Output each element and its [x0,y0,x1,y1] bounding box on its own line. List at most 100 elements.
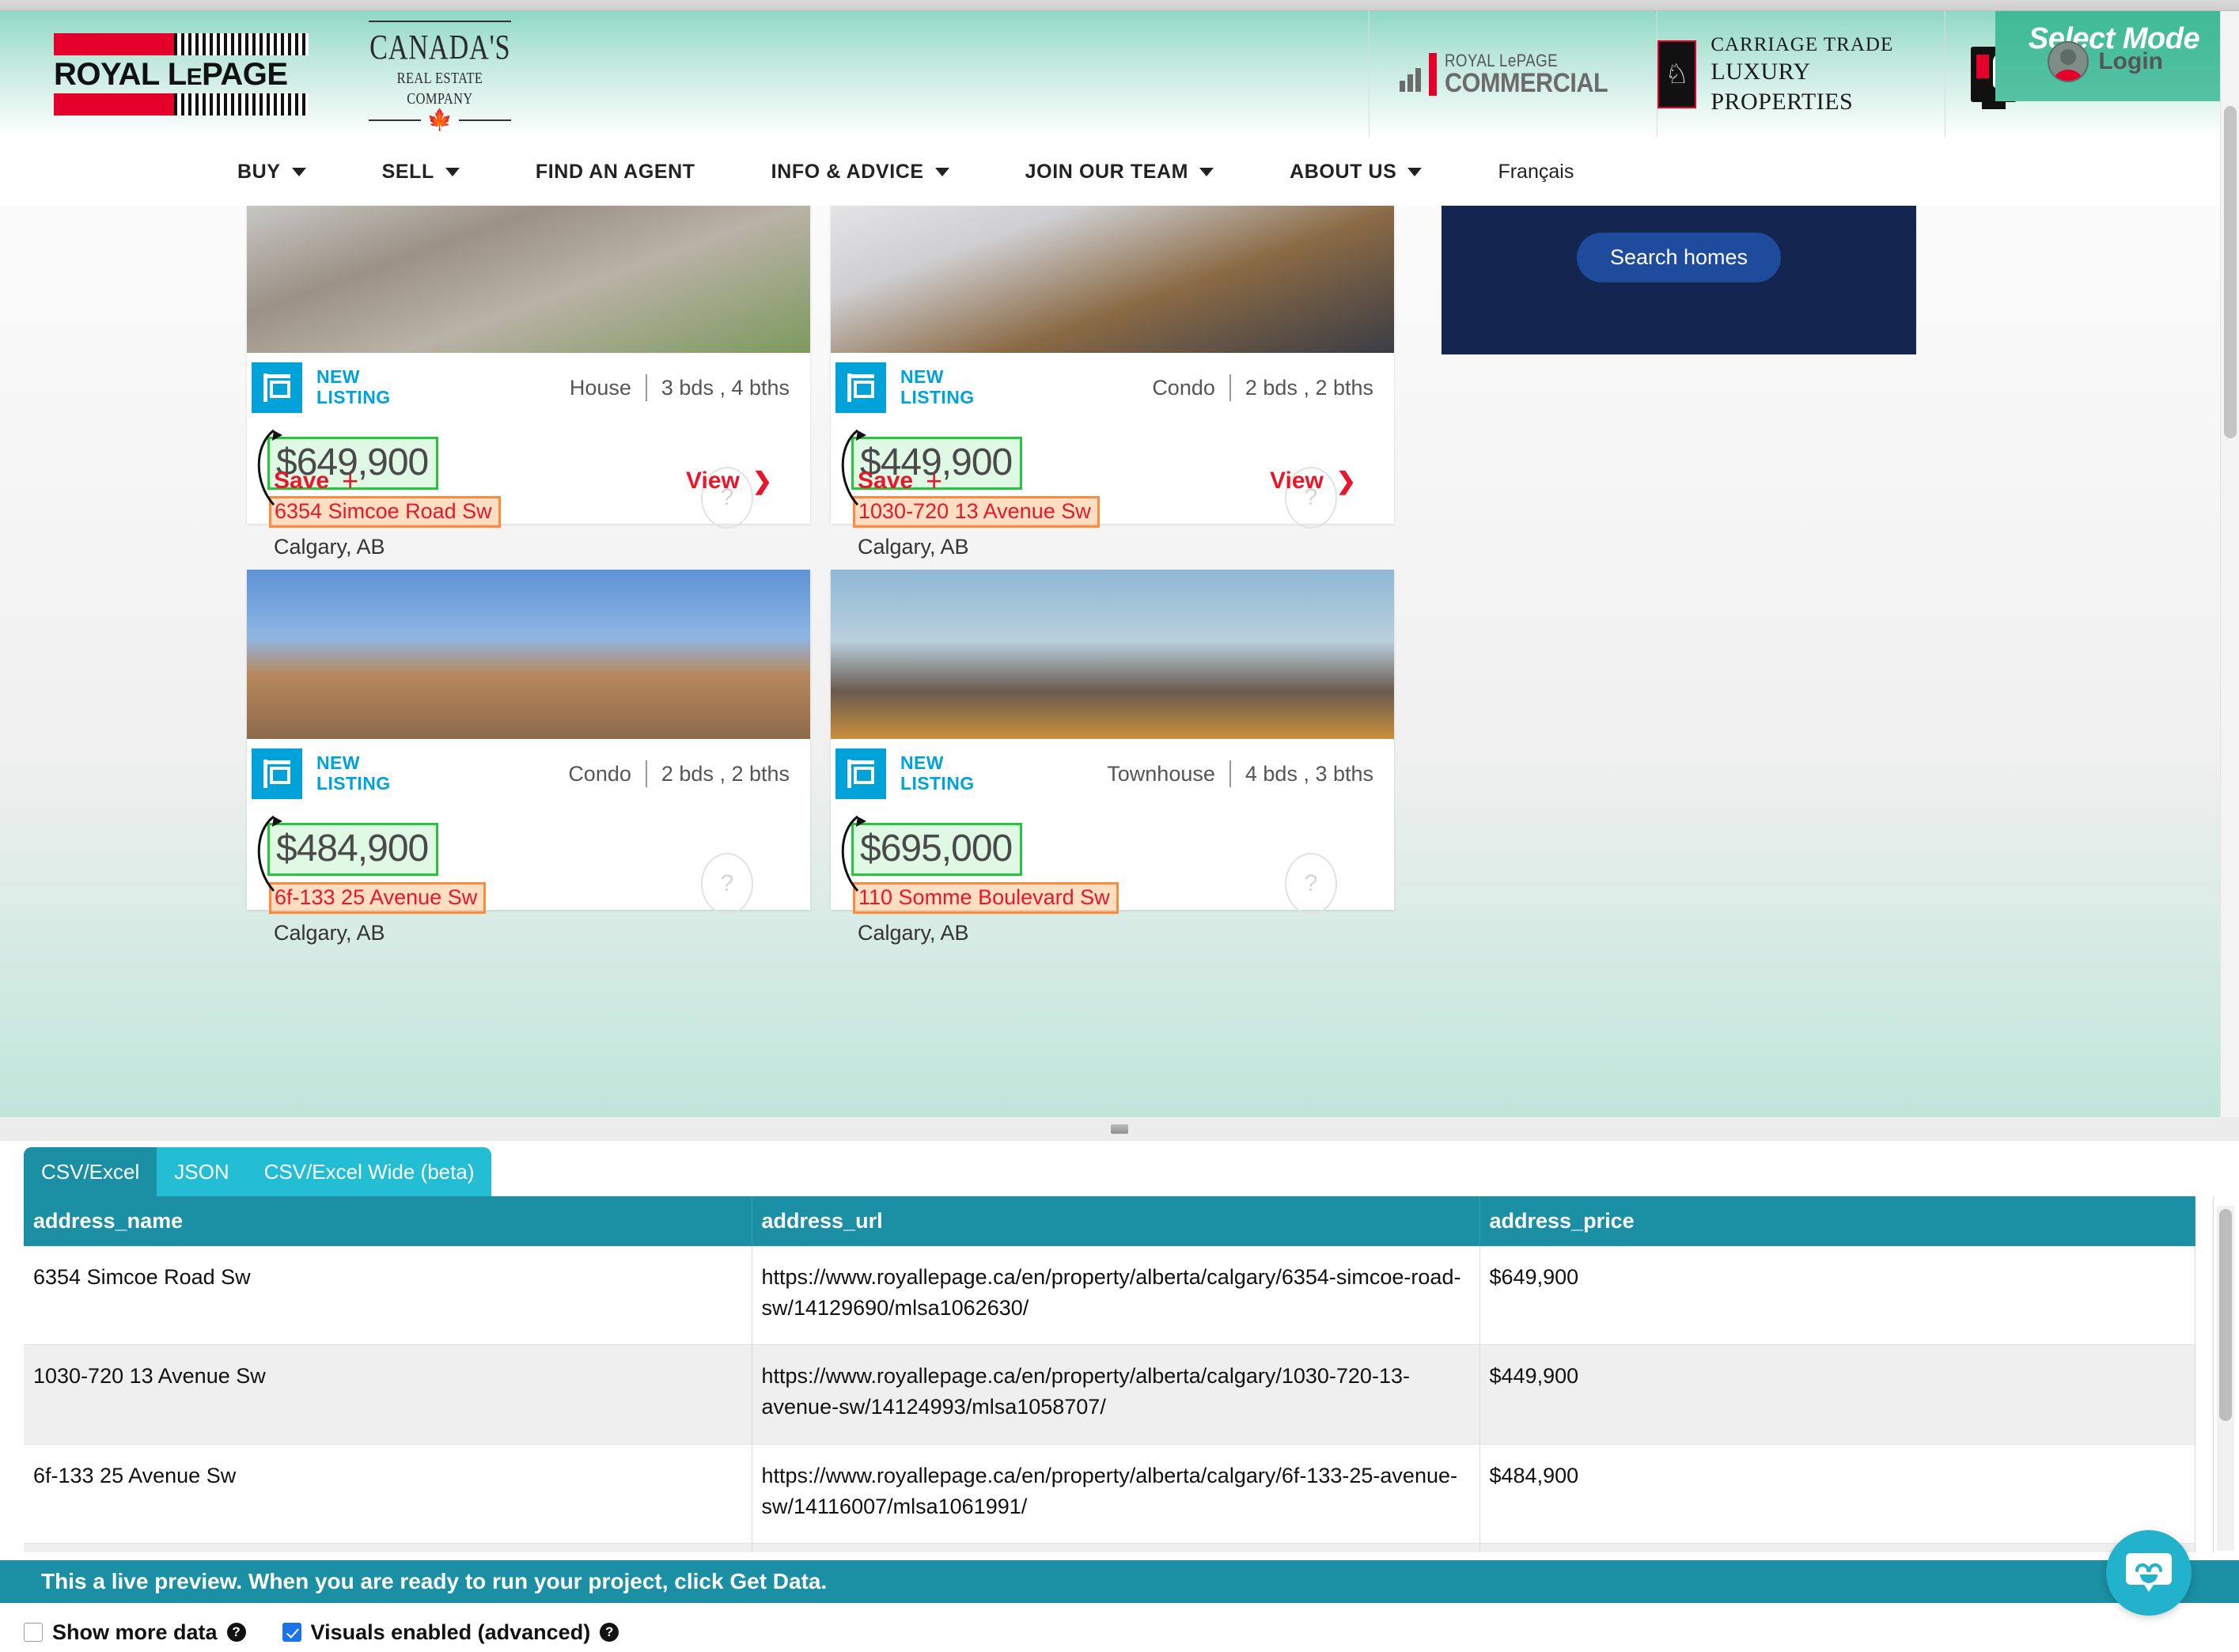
splitter-grip-icon[interactable] [1111,1124,1128,1134]
tab-json[interactable]: JSON [157,1147,246,1196]
nav-item-find-an-agent[interactable]: FIND AN AGENT [536,161,695,184]
page-scrollbar[interactable] [2220,11,2239,1117]
listing-card[interactable]: NEW LISTING House 3 bds , 4 bths $649,90… [247,206,810,559]
nav-item-francais[interactable]: Français [1498,161,1574,184]
table-row[interactable]: 6354 Simcoe Road Sw https://www.royallep… [24,1246,2195,1346]
view-button[interactable]: View ❯ [1270,468,1356,495]
cell-address-name: 1030-720 13 Avenue Sw [24,1344,752,1445]
listing-body: $484,900 6f-133 25 Avenue Sw Calgary, AB… [247,809,810,978]
live-preview-message: This a live preview. When you are ready … [41,1569,828,1593]
logo-bar-bottom [54,93,309,116]
user-avatar-icon [2048,41,2089,82]
new-listing-sign-icon [252,748,302,799]
listing-card[interactable]: NEW LISTING Townhouse 4 bds , 3 bths $69… [831,570,1394,945]
listing-card[interactable]: NEW LISTING Condo 2 bds , 2 bths [247,570,810,945]
login-widget[interactable]: Login [2048,41,2163,82]
option-visuals-enabled[interactable]: Visuals enabled (advanced) ? [282,1620,619,1645]
help-circle-icon[interactable]: ? [701,853,753,915]
checkbox-visuals-enabled[interactable] [282,1623,301,1642]
chat-support-button[interactable] [2106,1530,2192,1616]
listing-photo[interactable] [247,206,810,353]
chevron-down-icon [1199,167,1214,176]
help-icon[interactable]: ? [600,1623,619,1642]
listing-photo[interactable] [831,570,1394,739]
nav-item-join-our-team[interactable]: JOIN OUR TEAM [1025,161,1214,184]
table-scrollbar[interactable] [2217,1206,2234,1551]
tab-csv-excel[interactable]: CSV/Excel [24,1147,157,1196]
cell-address-url: https://www.royallepage.ca/en/property/a… [752,1444,1480,1544]
nav-item-info-advice[interactable]: INFO & ADVICE [771,161,949,184]
column-header-address-url[interactable]: address_url [752,1196,1480,1246]
tab-csv-excel-wide[interactable]: CSV/Excel Wide (beta) [247,1147,492,1196]
cell-address-price: $484,900 [1479,1444,2195,1544]
nav-label: JOIN OUR TEAM [1025,160,1189,183]
nav-item-sell[interactable]: SELL [382,161,460,184]
page-viewport: ROYAL LEPAGE CANADA'S REAL ESTATE COMPAN… [0,0,2239,1117]
nav-label: SELL [381,160,434,183]
search-homes-button[interactable]: Search homes [1576,233,1782,282]
listing-photo[interactable] [247,570,810,739]
panel-splitter[interactable] [0,1117,2239,1141]
meta-divider [1229,760,1231,787]
option-show-more-data[interactable]: Show more data ? [24,1620,246,1645]
table-row[interactable]: 6f-133 25 Avenue Sw https://www.royallep… [24,1444,2195,1544]
save-button[interactable]: Save + [274,464,358,498]
beds-baths: 3 bds , 4 bths [661,375,790,400]
new-listing-badge-text: NEW LISTING [900,752,975,794]
new-listing-sign-icon [835,748,886,799]
save-label: Save [858,468,914,494]
option-label: Show more data [52,1620,218,1644]
listing-actions: Save + View ❯ [247,438,810,524]
new-listing-badge-text: NEW LISTING [900,366,975,407]
help-circle-icon[interactable]: ? [1285,853,1337,915]
save-button[interactable]: Save + [858,464,942,498]
listing-price: $695,000 [851,823,1023,876]
commercial-line2: COMMERCIAL [1445,68,1608,98]
cell-address-name: 6f-133 25 Avenue Sw [24,1444,752,1544]
page-scrollbar-thumb[interactable] [2224,106,2237,438]
logo-bar-top [54,33,309,55]
royal-lepage-logo[interactable]: ROYAL LEPAGE [54,33,309,116]
header-link-commercial[interactable]: ROYAL LePAGE COMMERCIAL [1369,11,1657,138]
horse-emblem-icon: ♘ [1657,40,1697,108]
maple-leaf-icon: 🍁 [426,108,453,131]
chat-smiley-icon [2126,1553,2172,1592]
results-table-scroll[interactable]: address_name address_url address_price 6… [24,1196,2214,1552]
canada-line1: CANADA'S [369,28,511,66]
cell-address-name: 110 Somme Boulevard Sw [24,1543,752,1552]
nav-item-buy[interactable]: BUY [237,161,306,184]
meta-divider [645,374,647,401]
listing-actions: Save + View ❯ [831,438,1394,524]
listing-city: Calgary, AB [858,921,969,945]
listing-photo[interactable] [831,206,1394,353]
listing-card[interactable]: NEW LISTING Condo 2 bds , 2 bths [831,206,1394,559]
help-icon[interactable]: ? [226,1623,246,1642]
listing-city: Calgary, AB [858,535,969,559]
rule-top [369,21,511,22]
column-header-address-price[interactable]: address_price [1479,1196,2195,1246]
cell-address-url: https://www.royallepage.ca/en/property/a… [752,1246,1480,1346]
export-format-tabs: CSV/Excel JSON CSV/Excel Wide (beta) [24,1147,492,1196]
header-link-carriage-trade[interactable]: ♘ CARRIAGE TRADE LUXURY PROPERTIES [1657,11,1945,138]
table-header-row: address_name address_url address_price [24,1196,2195,1246]
table-scrollbar-thumb[interactable] [2219,1209,2232,1421]
meta-divider [645,760,647,787]
new-listing-badge-text: NEW LISTING [316,752,391,794]
search-homes-panel: Search homes [1442,206,1916,354]
plus-icon: + [342,464,359,497]
chevron-down-icon [1407,167,1423,176]
checkbox-show-more-data[interactable] [24,1623,43,1642]
column-header-address-name[interactable]: address_name [24,1196,752,1246]
royal-lepage-wordmark: ROYAL LEPAGE [54,57,288,92]
cell-address-price: $695,000 [1479,1543,2195,1552]
nav-item-about-us[interactable]: ABOUT US [1290,161,1423,184]
canadas-real-estate-company-logo[interactable]: CANADA'S REAL ESTATE COMPANY 🍁 [350,21,530,131]
table-row[interactable]: 1030-720 13 Avenue Sw https://www.royall… [24,1344,2195,1445]
listing-meta-row: NEW LISTING Condo 2 bds , 2 bths [831,353,1394,422]
listing-city: Calgary, AB [274,535,385,559]
search-results-area: NEW LISTING House 3 bds , 4 bths $649,90… [0,206,2233,1117]
table-row[interactable]: 110 Somme Boulevard Sw https://www.royal… [24,1543,2195,1552]
listing-meta-row: NEW LISTING Condo 2 bds , 2 bths [247,739,810,809]
view-button[interactable]: View ❯ [686,468,772,495]
nav-label: BUY [237,160,281,183]
